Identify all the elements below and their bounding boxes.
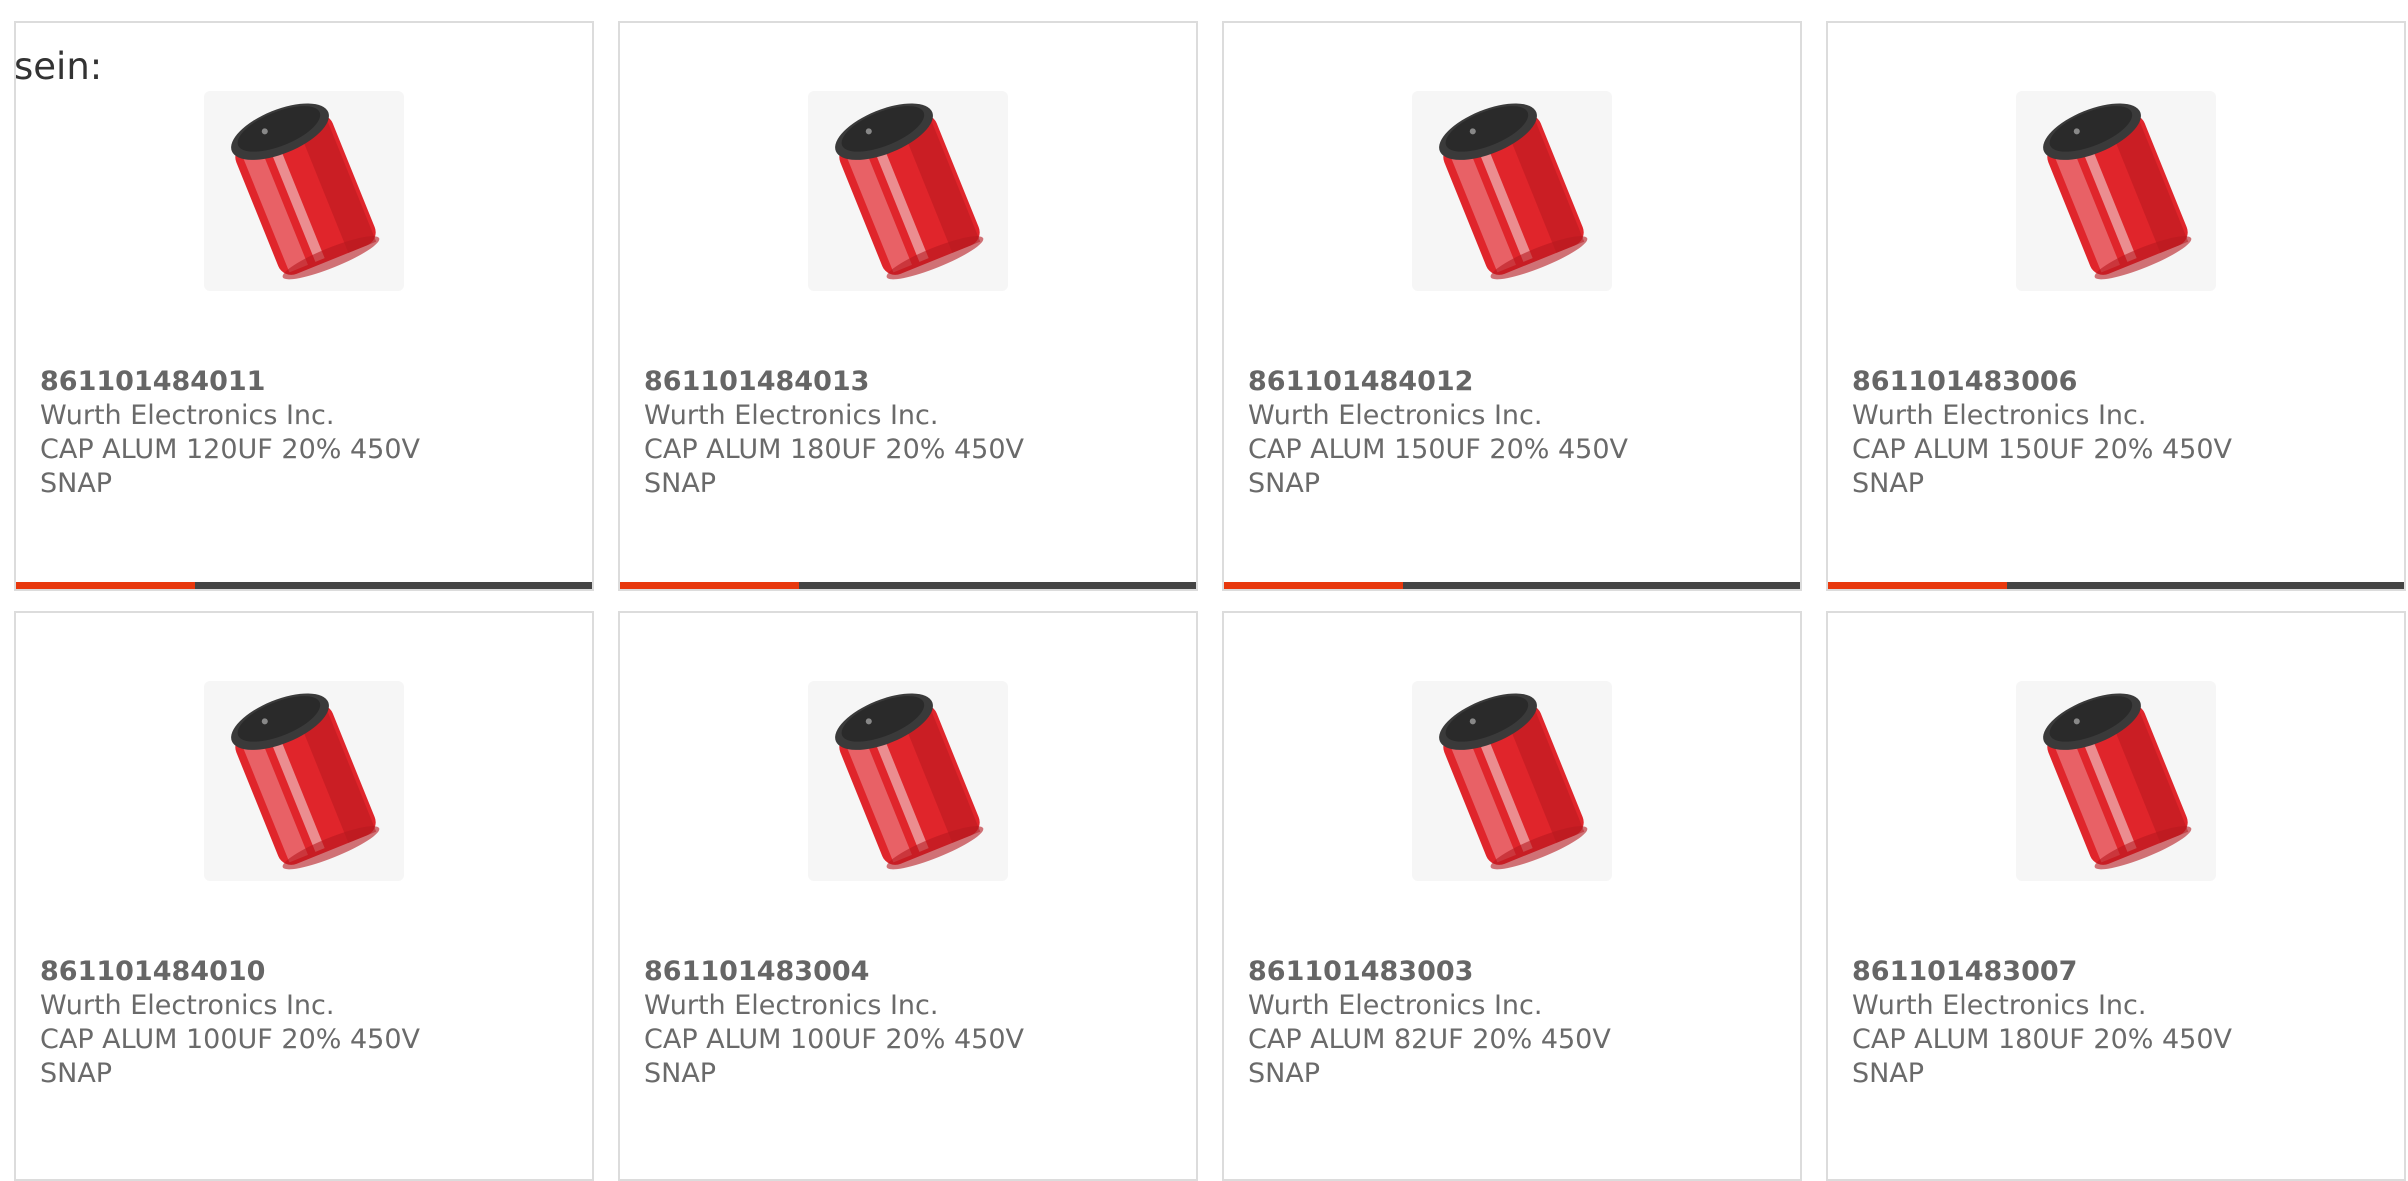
product-card[interactable]: 861101483006 Wurth Electronics Inc. CAP … [1826,21,2406,591]
manufacturer: Wurth Electronics Inc. [644,990,939,1021]
product-image[interactable] [808,91,1008,291]
accent-bar-fill [620,582,799,589]
part-number[interactable]: 861101484013 [644,365,1044,399]
product-description: CAP ALUM 150UF 20% 450V SNAP [1852,434,2233,499]
manufacturer: Wurth Electronics Inc. [1852,400,2147,431]
product-description: CAP ALUM 100UF 20% 450V SNAP [40,1024,421,1089]
product-image[interactable] [204,681,404,881]
accent-bar [16,582,592,589]
product-info: 861101484011 Wurth Electronics Inc. CAP … [40,365,440,501]
accent-bar [620,582,1196,589]
product-info: 861101483003 Wurth Electronics Inc. CAP … [1248,955,1648,1091]
manufacturer: Wurth Electronics Inc. [1248,400,1543,431]
product-card[interactable]: 861101483007 Wurth Electronics Inc. CAP … [1826,611,2406,1181]
product-grid: 861101484011 Wurth Electronics Inc. CAP … [14,21,2408,1181]
manufacturer: Wurth Electronics Inc. [40,400,335,431]
part-number[interactable]: 861101484010 [40,955,440,989]
part-number[interactable]: 861101484012 [1248,365,1648,399]
product-card[interactable]: 861101484011 Wurth Electronics Inc. CAP … [14,21,594,591]
product-card[interactable]: 861101483004 Wurth Electronics Inc. CAP … [618,611,1198,1181]
product-description: CAP ALUM 150UF 20% 450V SNAP [1248,434,1629,499]
product-image[interactable] [808,681,1008,881]
manufacturer: Wurth Electronics Inc. [1852,990,2147,1021]
accent-bar-fill [1224,582,1403,589]
accent-bar-fill [16,582,195,589]
accent-bar [1224,582,1800,589]
product-info: 861101484010 Wurth Electronics Inc. CAP … [40,955,440,1091]
part-number[interactable]: 861101483006 [1852,365,2252,399]
part-number[interactable]: 861101484011 [40,365,440,399]
product-info: 861101484012 Wurth Electronics Inc. CAP … [1248,365,1648,501]
manufacturer: Wurth Electronics Inc. [644,400,939,431]
part-number[interactable]: 861101483004 [644,955,1044,989]
product-info: 861101483007 Wurth Electronics Inc. CAP … [1852,955,2252,1091]
product-info: 861101483006 Wurth Electronics Inc. CAP … [1852,365,2252,501]
product-description: CAP ALUM 82UF 20% 450V SNAP [1248,1024,1611,1089]
product-image[interactable] [1412,91,1612,291]
intro-text: sein: [14,45,103,88]
product-info: 861101483004 Wurth Electronics Inc. CAP … [644,955,1044,1091]
product-description: CAP ALUM 180UF 20% 450V SNAP [644,434,1025,499]
product-image[interactable] [2016,681,2216,881]
accent-bar [1828,582,2404,589]
product-image[interactable] [204,91,404,291]
product-image[interactable] [1412,681,1612,881]
part-number[interactable]: 861101483007 [1852,955,2252,989]
manufacturer: Wurth Electronics Inc. [1248,990,1543,1021]
accent-bar-fill [1828,582,2007,589]
product-description: CAP ALUM 120UF 20% 450V SNAP [40,434,421,499]
product-info: 861101484013 Wurth Electronics Inc. CAP … [644,365,1044,501]
product-description: CAP ALUM 100UF 20% 450V SNAP [644,1024,1025,1089]
product-card[interactable]: 861101484012 Wurth Electronics Inc. CAP … [1222,21,1802,591]
product-image[interactable] [2016,91,2216,291]
product-card[interactable]: 861101484013 Wurth Electronics Inc. CAP … [618,21,1198,591]
product-card[interactable]: 861101483003 Wurth Electronics Inc. CAP … [1222,611,1802,1181]
part-number[interactable]: 861101483003 [1248,955,1648,989]
product-card[interactable]: 861101484010 Wurth Electronics Inc. CAP … [14,611,594,1181]
manufacturer: Wurth Electronics Inc. [40,990,335,1021]
product-description: CAP ALUM 180UF 20% 450V SNAP [1852,1024,2233,1089]
